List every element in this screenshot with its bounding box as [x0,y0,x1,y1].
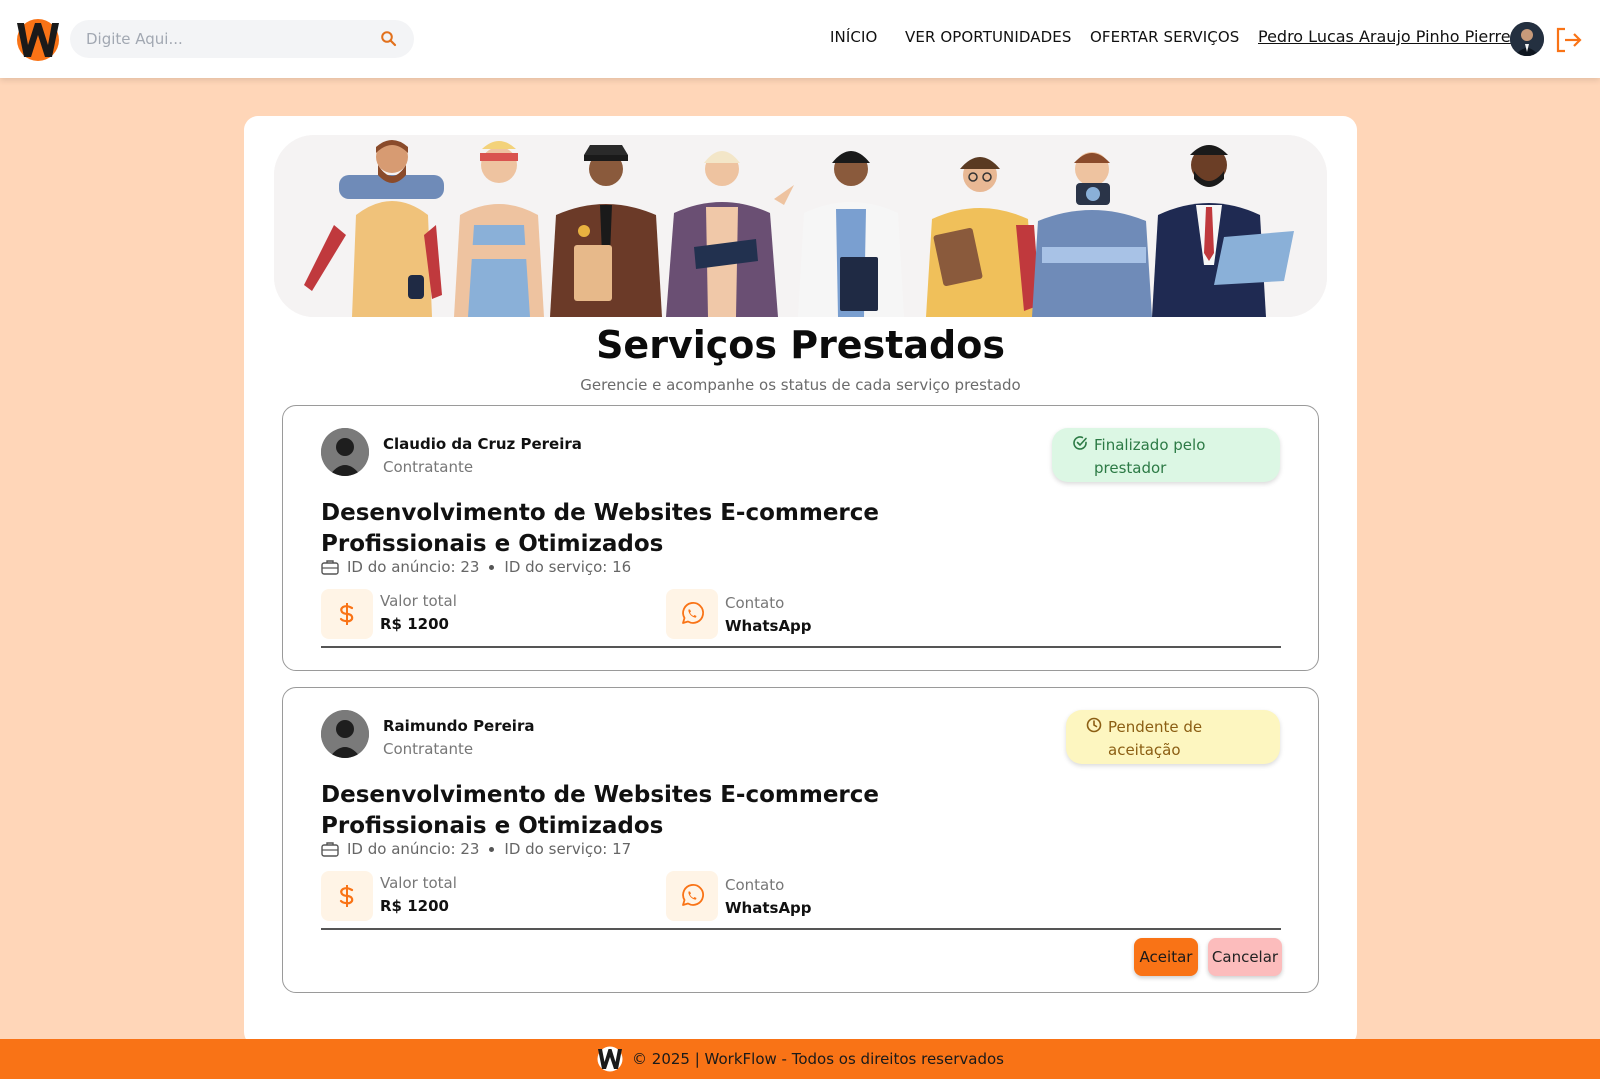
service-id: ID do serviço: 17 [504,840,632,858]
value-amount: R$ 1200 [380,897,449,915]
client-name: Raimundo Pereira [383,717,535,735]
logout-icon[interactable] [1554,25,1584,55]
contact-label: Contato [725,594,785,612]
top-navbar: INÍCIO VER OPORTUNIDADES OFERTAR SERVIÇO… [0,0,1600,78]
client-role: Contratante [383,740,474,758]
avatar[interactable] [1510,22,1544,56]
whatsapp-icon [682,602,704,624]
service-meta: ID do anúncio: 23 ID do serviço: 17 [321,840,631,858]
separator-dot [489,846,495,852]
status-badge: Pendente de aceitação [1066,710,1280,764]
client-role: Contratante [383,458,474,476]
page-subtitle: Gerencie e acompanhe os status de cada s… [580,376,1021,394]
search-icon[interactable] [380,30,398,48]
briefcase-icon [321,560,339,575]
dollar-icon [339,603,354,625]
nav-ver-oportunidades[interactable]: VER OPORTUNIDADES [905,28,1072,46]
separator-dot [489,564,495,570]
contact-label: Contato [725,876,785,894]
nav-inicio[interactable]: INÍCIO [830,28,877,46]
search-input[interactable] [70,30,360,48]
status-text: Pendente de aceitação [1108,718,1203,759]
professionals-banner-illustration [274,135,1327,317]
contact-method[interactable]: WhatsApp [725,617,812,635]
service-title: Desenvolvimento de Websites E-commerce P… [321,782,879,839]
card-divider [321,646,1281,648]
check-circle-icon [1073,436,1087,450]
value-label: Valor total [380,874,457,892]
value-label: Valor total [380,592,457,610]
cancel-button[interactable]: Cancelar [1208,938,1282,976]
search-bar [70,20,414,58]
client-avatar [321,710,369,758]
status-text: Finalizado pelo prestador [1094,436,1206,477]
card-divider [321,928,1281,930]
service-card: Raimundo Pereira Contratante Pendente de… [282,687,1319,993]
workflow-logo[interactable] [14,17,62,61]
contact-icon-box [666,871,718,921]
contact-method[interactable]: WhatsApp [725,899,812,917]
value-icon-box [321,589,373,639]
page-title: Serviços Prestados [596,323,1005,367]
nav-ofertar-servicos[interactable]: OFERTAR SERVIÇOS [1090,28,1239,46]
service-title: Desenvolvimento de Websites E-commerce P… [321,500,879,557]
service-card: Claudio da Cruz Pereira Contratante Fina… [282,405,1319,671]
footer: © 2025 | WorkFlow - Todos os direitos re… [0,1039,1600,1079]
briefcase-icon [321,842,339,857]
service-id: ID do serviço: 16 [504,558,632,576]
service-meta: ID do anúncio: 23 ID do serviço: 16 [321,558,631,576]
footer-text: © 2025 | WorkFlow - Todos os direitos re… [632,1050,1004,1068]
ad-id: ID do anúncio: 23 [347,558,480,576]
value-icon-box [321,871,373,921]
main-content-card: Serviços Prestados Gerencie e acompanhe … [244,116,1357,1046]
accept-button[interactable]: Aceitar [1134,938,1198,976]
clock-icon [1086,717,1102,733]
client-avatar [321,428,369,476]
dollar-icon [339,885,354,907]
user-profile-link[interactable]: Pedro Lucas Araujo Pinho Pierre [1258,27,1511,46]
status-badge: Finalizado pelo prestador [1052,428,1280,482]
contact-icon-box [666,589,718,639]
client-name: Claudio da Cruz Pereira [383,435,582,453]
ad-id: ID do anúncio: 23 [347,840,480,858]
value-amount: R$ 1200 [380,615,449,633]
workflow-logo [597,1046,623,1072]
whatsapp-icon [682,884,704,906]
